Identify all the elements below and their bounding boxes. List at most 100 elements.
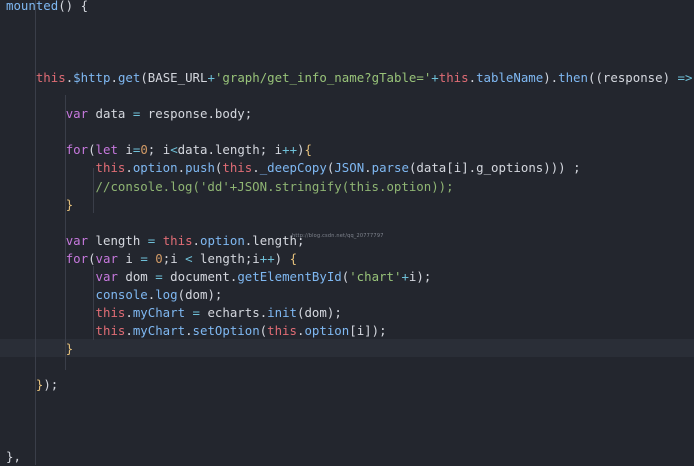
code-token: this bbox=[35, 70, 66, 86]
code-line[interactable] bbox=[6, 412, 694, 430]
code-token: i bbox=[252, 250, 260, 266]
code-token: i bbox=[170, 250, 186, 266]
code-token: data bbox=[88, 106, 133, 122]
code-token: . bbox=[125, 322, 133, 338]
code-line[interactable] bbox=[6, 33, 694, 51]
code-line[interactable]: this.$http.get(BASE_URL+'graph/get_info_… bbox=[6, 69, 694, 87]
watermark: http://blog.csdn.net/qq_20777797 bbox=[292, 233, 384, 239]
code-line[interactable]: } bbox=[6, 340, 694, 358]
code-token: document bbox=[162, 268, 230, 284]
code-editor[interactable]: mounted() { this.$http.get(BASE_URL+'gra… bbox=[0, 0, 694, 465]
code-token: . bbox=[364, 160, 372, 176]
code-line[interactable]: var data = response.body; bbox=[6, 105, 694, 123]
code-token: (( bbox=[587, 70, 603, 86]
code-token: tableName bbox=[476, 70, 544, 86]
code-token: = bbox=[192, 304, 200, 320]
code-line[interactable]: //console.log('dd'+JSON.stringify(this.o… bbox=[6, 178, 694, 196]
code-line[interactable]: console.log(dom); bbox=[6, 286, 694, 304]
code-token: ( bbox=[88, 142, 96, 158]
code-token: option bbox=[200, 232, 245, 248]
code-token: ( bbox=[88, 250, 96, 266]
code-line[interactable] bbox=[6, 394, 694, 412]
code-token: mounted bbox=[6, 0, 59, 13]
code-line[interactable] bbox=[6, 15, 694, 33]
code-token: 'chart' bbox=[349, 268, 402, 284]
code-token: [ bbox=[446, 160, 454, 176]
code-token: length bbox=[88, 232, 148, 248]
code-token: myChart bbox=[132, 322, 186, 338]
code-token: length bbox=[192, 250, 245, 266]
code-line[interactable]: mounted() { bbox=[6, 0, 694, 15]
code-token: }, bbox=[6, 449, 21, 465]
code-token: dom bbox=[117, 268, 156, 284]
code-token: 'graph/get_info_name?gTable=' bbox=[214, 70, 432, 86]
code-token: var bbox=[95, 268, 118, 284]
code-line[interactable] bbox=[6, 430, 694, 448]
code-token: + bbox=[207, 70, 215, 86]
code-token: . bbox=[192, 232, 201, 248]
code-line[interactable]: }, bbox=[6, 448, 694, 466]
code-token: . bbox=[252, 160, 260, 176]
code-token: ( bbox=[177, 286, 186, 302]
code-line[interactable] bbox=[6, 51, 694, 69]
code-token: ) bbox=[297, 142, 305, 158]
code-token: ); bbox=[207, 286, 223, 302]
code-line[interactable] bbox=[6, 123, 694, 141]
code-token: //console.log('dd'+JSON.stringify(this.o… bbox=[95, 178, 454, 194]
code-token: push bbox=[185, 160, 215, 176]
code-token: ); bbox=[43, 377, 59, 393]
code-token: for bbox=[65, 250, 89, 266]
code-token: ; bbox=[259, 142, 275, 158]
code-line[interactable] bbox=[6, 358, 694, 376]
code-token: data bbox=[177, 142, 208, 158]
code-token: get bbox=[117, 70, 141, 86]
code-token: i bbox=[117, 250, 141, 266]
code-token: getElementById bbox=[237, 268, 342, 284]
code-token: option bbox=[304, 322, 350, 338]
code-token: JSON bbox=[334, 160, 365, 176]
code-token: this bbox=[438, 70, 469, 86]
code-token: dom bbox=[304, 304, 327, 320]
code-line[interactable]: for(let i=0; i<data.length; i++){ bbox=[6, 141, 694, 159]
code-token: ; bbox=[244, 106, 253, 122]
code-token: var bbox=[65, 232, 89, 248]
code-token: length bbox=[214, 142, 260, 158]
code-token: this bbox=[95, 304, 126, 320]
code-token: body bbox=[214, 106, 245, 122]
code-line[interactable]: this.myChart = echarts.init(dom); bbox=[6, 304, 694, 322]
code-line[interactable] bbox=[6, 87, 694, 105]
code-token: ) bbox=[274, 250, 290, 266]
code-token: . bbox=[207, 142, 215, 158]
code-line[interactable]: this.option.push(this._deepCopy(JSON.par… bbox=[6, 159, 694, 177]
code-token: ( bbox=[140, 70, 148, 86]
code-line[interactable]: } bbox=[6, 196, 694, 214]
code-token: this bbox=[267, 322, 297, 338]
code-token: < bbox=[185, 250, 193, 266]
code-token: this bbox=[222, 160, 253, 176]
code-token: let bbox=[95, 142, 118, 158]
code-line[interactable]: this.myChart.setOption(this.option[i]); bbox=[6, 322, 694, 340]
code-token: = bbox=[155, 268, 163, 284]
code-line[interactable]: for(var i = 0;i < length;i++) { bbox=[6, 250, 694, 268]
code-token: option bbox=[132, 160, 178, 176]
code-line[interactable]: }); bbox=[6, 376, 694, 394]
code-token: ) bbox=[662, 70, 678, 86]
code-line[interactable]: var dom = document.getElementById('chart… bbox=[6, 268, 694, 286]
code-token: init bbox=[267, 304, 297, 320]
code-token: this bbox=[162, 232, 193, 248]
code-token: } bbox=[65, 196, 74, 212]
code-token: } bbox=[65, 340, 74, 356]
code-token: g_options bbox=[476, 160, 544, 176]
code-line[interactable] bbox=[6, 214, 694, 232]
code-token: setOption bbox=[192, 322, 260, 338]
code-token: { bbox=[289, 250, 298, 266]
